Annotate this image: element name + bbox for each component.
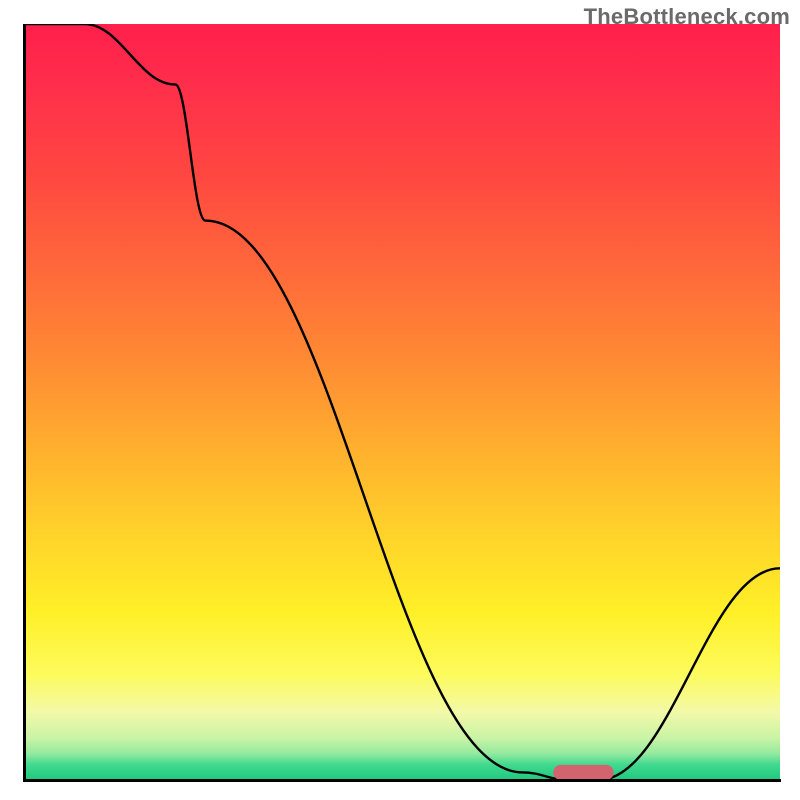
y-axis [23, 24, 26, 782]
optimal-marker [553, 765, 613, 780]
watermark-text: TheBottleneck.com [584, 4, 790, 30]
curve-layer [24, 24, 780, 780]
chart-frame: TheBottleneck.com [0, 0, 800, 800]
bottleneck-curve-path [24, 24, 780, 780]
x-axis [23, 779, 781, 782]
plot-area [24, 24, 780, 780]
